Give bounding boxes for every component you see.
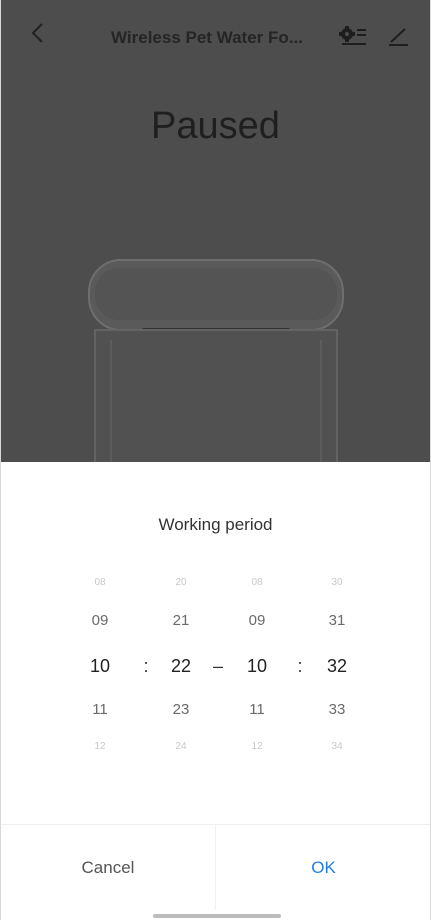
wheel-item-selected[interactable]: 10 (70, 656, 130, 677)
header: Wireless Pet Water Fo... (1, 0, 430, 72)
wheel-item[interactable]: 21 (151, 612, 211, 629)
device-title: Wireless Pet Water Fo... (111, 28, 303, 47)
dialog-title: Working period (158, 515, 273, 534)
start-minute-wheel[interactable]: 20 21 22 23 24 (151, 575, 211, 815)
start-hour-wheel[interactable]: 08 09 10 11 12 (70, 575, 130, 815)
device-status: Paused (151, 105, 280, 147)
wheel-item[interactable]: 09 (70, 612, 130, 629)
wheel-item[interactable]: 31 (307, 612, 367, 629)
ok-button[interactable]: OK (216, 825, 430, 910)
device-page-background: Wireless Pet Water Fo... Paused (1, 0, 430, 462)
water-fountain-image (88, 259, 344, 462)
wheel-item[interactable]: 11 (70, 701, 130, 718)
range-separator: – (212, 656, 223, 676)
chevron-left-icon (31, 23, 43, 43)
home-indicator[interactable] (153, 914, 281, 918)
wheel-item-selected[interactable]: 10 (227, 656, 287, 677)
wheel-item[interactable]: 12 (70, 741, 130, 752)
screen: Wireless Pet Water Fo... Paused Working … (0, 0, 431, 920)
wheel-item-selected[interactable]: 22 (151, 656, 211, 677)
wheel-item[interactable]: 30 (307, 577, 367, 588)
gear-list-icon (339, 26, 366, 45)
dialog-actions: Cancel OK (1, 824, 430, 920)
working-period-dialog: Working period 08 09 10 11 12 : 20 21 22… (1, 462, 430, 920)
wheel-item[interactable]: 33 (307, 701, 367, 718)
wheel-item[interactable]: 08 (70, 577, 130, 588)
wheel-item[interactable]: 11 (227, 701, 287, 718)
settings-button[interactable] (337, 22, 369, 50)
wheel-item[interactable]: 08 (227, 577, 287, 588)
wheel-item[interactable]: 24 (151, 741, 211, 752)
end-hour-wheel[interactable]: 08 09 10 11 12 (227, 575, 287, 815)
time-range-picker: 08 09 10 11 12 : 20 21 22 23 24 – 08 09 … (61, 575, 371, 815)
wheel-item[interactable]: 23 (151, 701, 211, 718)
edit-button[interactable] (384, 22, 412, 50)
pencil-icon (389, 28, 408, 46)
end-minute-wheel[interactable]: 30 31 32 33 34 (307, 575, 367, 815)
back-button[interactable] (23, 18, 53, 48)
wheel-item[interactable]: 34 (307, 741, 367, 752)
wheel-item[interactable]: 09 (227, 612, 287, 629)
wheel-item[interactable]: 20 (151, 577, 211, 588)
cancel-button[interactable]: Cancel (1, 825, 216, 910)
wheel-item[interactable]: 12 (227, 741, 287, 752)
wheel-item-selected[interactable]: 32 (307, 656, 367, 677)
